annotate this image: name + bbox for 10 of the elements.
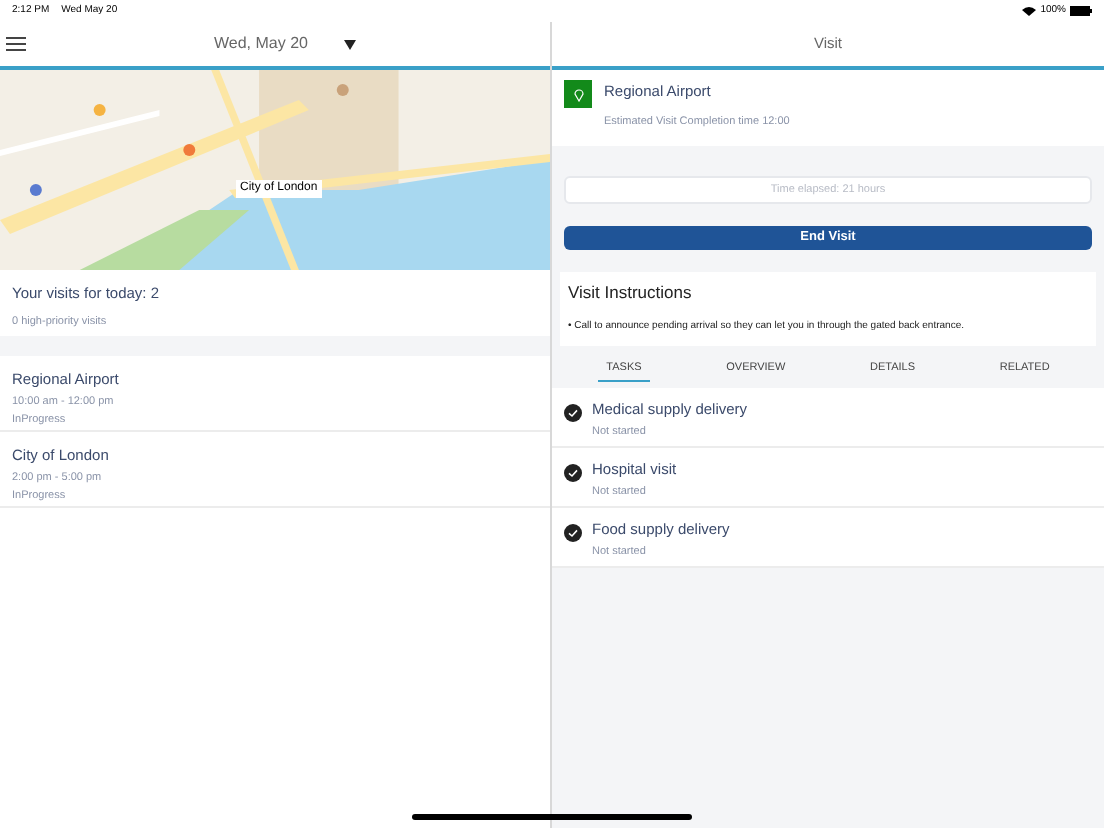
wifi-icon: [1022, 6, 1037, 16]
dropdown-caret-icon[interactable]: [343, 39, 356, 49]
instructions-title: Visit Instructions: [568, 280, 694, 306]
date-label: Wed, May 20: [214, 32, 308, 56]
battery-icon: [1070, 6, 1092, 16]
pin-icon: [573, 87, 583, 101]
menu-icon[interactable]: [6, 36, 26, 52]
check-circle-icon[interactable]: [564, 464, 582, 482]
check-circle-icon[interactable]: [564, 404, 582, 422]
check-circle-icon[interactable]: [564, 524, 582, 542]
